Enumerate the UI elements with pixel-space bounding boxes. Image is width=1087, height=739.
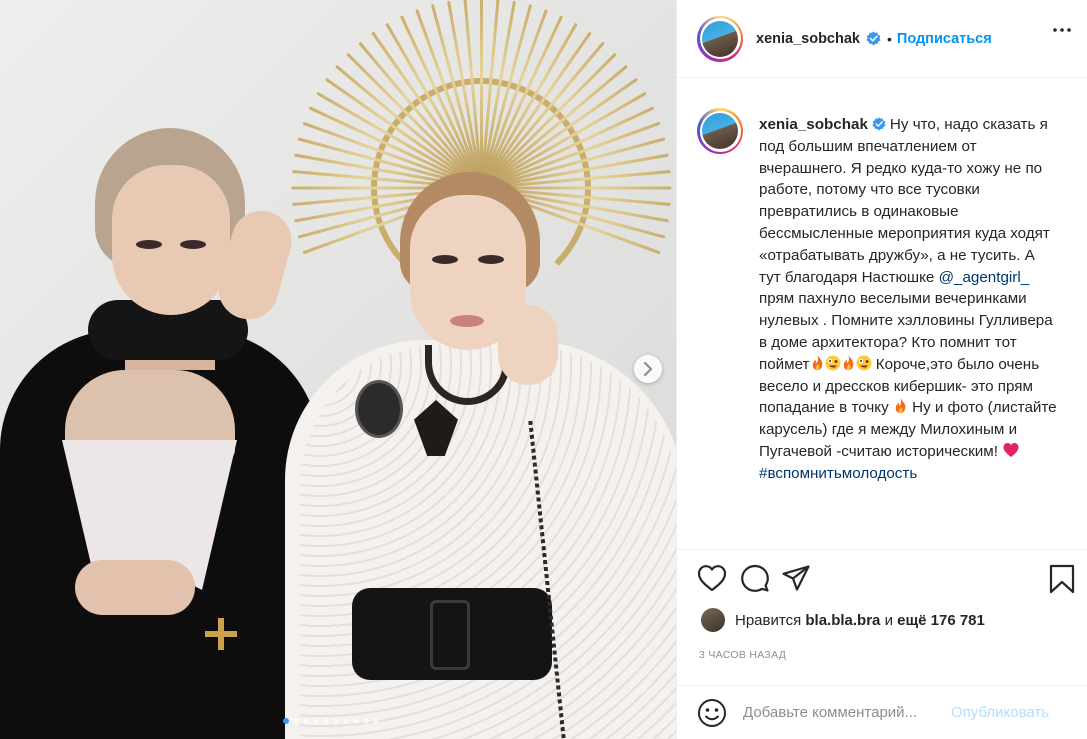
action-bar <box>677 562 1087 602</box>
caption-scroll-area[interactable]: xenia_sobchak Ну что, надо сказать я под… <box>677 96 1087 548</box>
fire-emoji-icon <box>812 354 822 370</box>
zany-face-emoji-icon <box>856 355 871 371</box>
hashtag-link[interactable]: #вспомнитьмолодость <box>759 465 917 482</box>
post-side-panel: xenia_sobchak • Подписаться xenia_sobcha… <box>676 0 1087 739</box>
heart-icon[interactable] <box>697 564 727 592</box>
mention-link[interactable]: @_agentgirl_ <box>939 269 1030 286</box>
liker-avatar[interactable] <box>701 608 725 632</box>
post-timestamp[interactable]: 3 ЧАСОВ НАЗАД <box>699 649 786 661</box>
comment-bar: Опубликовать <box>677 686 1087 739</box>
chevron-right-icon <box>643 362 653 376</box>
red-heart-emoji-icon <box>1003 442 1019 457</box>
carousel-dot <box>373 718 379 724</box>
likes-summary: Нравится bla.bla.bra и ещё 176 781 <box>701 608 985 632</box>
carousel-dot <box>313 718 319 724</box>
likes-prefix: Нравится <box>735 611 802 629</box>
speech-bubble-icon[interactable] <box>740 564 770 592</box>
caption-text: xenia_sobchak Ну что, надо сказать я под… <box>759 114 1059 485</box>
carousel-dot <box>323 718 329 724</box>
verified-badge-icon <box>872 117 886 131</box>
carousel-dot <box>363 718 369 724</box>
carousel-dot <box>343 718 349 724</box>
carousel-dot <box>293 718 299 724</box>
fire-emoji-icon <box>895 398 906 414</box>
divider <box>677 549 1087 550</box>
carousel-dot <box>353 718 359 724</box>
carousel-dot <box>303 718 309 724</box>
caption-part-1: Ну что, надо сказать я под большим впеча… <box>759 116 1050 286</box>
author-avatar[interactable] <box>697 15 743 62</box>
verified-badge-icon <box>866 31 881 46</box>
brooch <box>355 380 403 438</box>
carousel-next-button[interactable] <box>634 355 662 383</box>
header-separator: • <box>886 30 892 47</box>
caption-username[interactable]: xenia_sobchak <box>759 116 868 133</box>
follow-button[interactable]: Подписаться <box>897 31 992 47</box>
likes-middle: и <box>884 611 893 629</box>
caption-author-avatar[interactable] <box>697 108 743 154</box>
caption: xenia_sobchak Ну что, надо сказать я под… <box>677 96 1087 485</box>
author-username[interactable]: xenia_sobchak <box>756 31 860 47</box>
comment-input[interactable] <box>743 704 943 721</box>
fire-emoji-icon <box>843 354 853 370</box>
more-options-icon[interactable] <box>1053 28 1071 32</box>
liker-username[interactable]: bla.bla.bra <box>805 612 880 629</box>
left-person-face <box>112 165 230 315</box>
gold-cross-pendant <box>205 618 237 650</box>
carousel-indicator <box>283 718 379 724</box>
paper-plane-icon[interactable] <box>781 564 811 592</box>
publish-comment-button[interactable]: Опубликовать <box>951 704 1049 721</box>
post-header: xenia_sobchak • Подписаться <box>677 0 1087 78</box>
carousel-dot <box>283 718 289 724</box>
smiley-icon[interactable] <box>697 698 727 728</box>
zany-face-emoji-icon <box>825 355 840 371</box>
post-photo[interactable] <box>0 0 676 739</box>
carousel-dot <box>333 718 339 724</box>
instagram-post: xenia_sobchak • Подписаться xenia_sobcha… <box>0 0 1087 739</box>
bookmark-icon[interactable] <box>1049 564 1075 594</box>
likes-count[interactable]: ещё 176 781 <box>897 612 985 629</box>
